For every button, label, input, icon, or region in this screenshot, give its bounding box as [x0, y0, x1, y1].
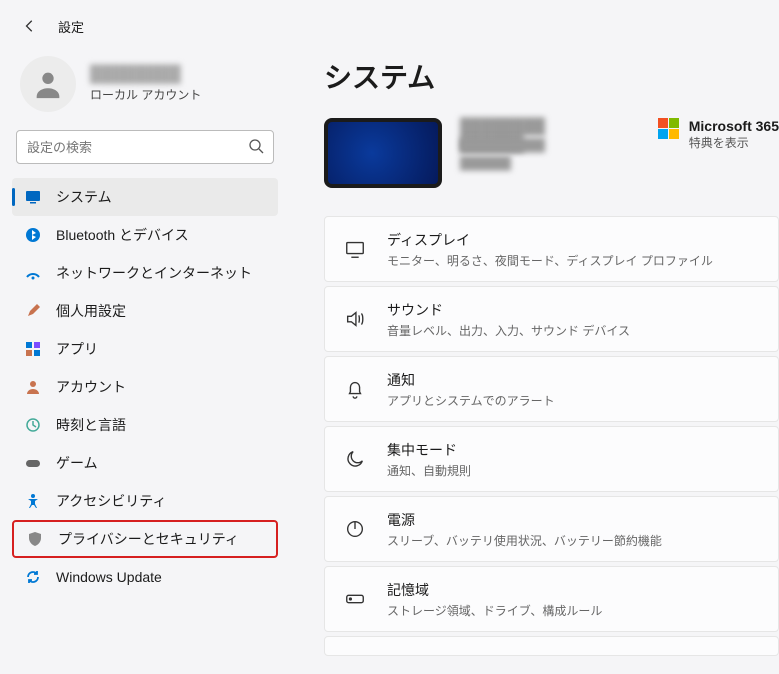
- profile-account-type: ローカル アカウント: [90, 86, 201, 103]
- nav-label: 時刻と言語: [56, 415, 126, 435]
- device-row: ████████ ██████ ██████████ ██████ Micros…: [324, 118, 779, 188]
- display-icon: [343, 237, 367, 261]
- system-icon: [24, 188, 42, 206]
- device-name: ████████ ██████: [460, 118, 610, 134]
- gaming-icon: [24, 454, 42, 472]
- avatar-icon: [20, 56, 76, 112]
- bluetooth-icon: [24, 226, 42, 244]
- main-content: システム ████████ ██████ ██████████ ██████ M…: [290, 44, 779, 656]
- brush-icon: [24, 302, 42, 320]
- network-icon: [24, 264, 42, 282]
- power-icon: [343, 517, 367, 541]
- nav-item-system[interactable]: システム: [12, 178, 278, 216]
- nav-item-gaming[interactable]: ゲーム: [12, 444, 278, 482]
- card-display[interactable]: ディスプレイモニター、明るさ、夜間モード、ディスプレイ プロファイル: [324, 216, 779, 282]
- card-title: ディスプレイ: [387, 230, 713, 250]
- card-title: 記憶域: [387, 580, 602, 600]
- nav-item-bluetooth[interactable]: Bluetooth とデバイス: [12, 216, 278, 254]
- card-subtitle: スリーブ、バッテリ使用状況、バッテリー節約機能: [387, 532, 662, 549]
- card-power[interactable]: 電源スリーブ、バッテリ使用状況、バッテリー節約機能: [324, 496, 779, 562]
- ms365-subtitle: 特典を表示: [689, 134, 779, 151]
- card-title: 電源: [387, 510, 662, 530]
- device-sub1: ██████████: [460, 138, 560, 150]
- apps-icon: [24, 340, 42, 358]
- microsoft-logo-icon: [658, 118, 679, 139]
- card-subtitle: 音量レベル、出力、入力、サウンド デバイス: [387, 322, 630, 339]
- profile-block[interactable]: ████████ ローカル アカウント: [12, 44, 278, 130]
- profile-name: ████████: [90, 66, 201, 84]
- clock-icon: [24, 416, 42, 434]
- card-extra[interactable]: [324, 636, 779, 656]
- card-subtitle: 通知、自動規則: [387, 462, 471, 479]
- search-icon: [248, 138, 264, 154]
- nav-label: ネットワークとインターネット: [56, 263, 252, 283]
- account-icon: [24, 378, 42, 396]
- nav-label: ゲーム: [56, 453, 98, 473]
- nav-item-time[interactable]: 時刻と言語: [12, 406, 278, 444]
- app-title: 設定: [58, 17, 84, 36]
- nav-item-network[interactable]: ネットワークとインターネット: [12, 254, 278, 292]
- device-info[interactable]: ████████ ██████ ██████████ ██████: [460, 118, 640, 168]
- accessibility-icon: [24, 492, 42, 510]
- nav-label: Windows Update: [56, 569, 162, 585]
- shield-icon: [26, 530, 44, 548]
- card-notify[interactable]: 通知アプリとシステムでのアラート: [324, 356, 779, 422]
- nav-label: アクセシビリティ: [56, 491, 166, 511]
- device-thumbnail[interactable]: [324, 118, 442, 188]
- nav-item-accessibility[interactable]: アクセシビリティ: [12, 482, 278, 520]
- sound-icon: [343, 307, 367, 331]
- nav-label: プライバシーとセキュリティ: [58, 529, 239, 549]
- card-subtitle: モニター、明るさ、夜間モード、ディスプレイ プロファイル: [387, 252, 713, 269]
- bell-icon: [343, 377, 367, 401]
- nav-item-update[interactable]: Windows Update: [12, 558, 278, 596]
- nav-label: アカウント: [56, 377, 126, 397]
- card-subtitle: アプリとシステムでのアラート: [387, 392, 555, 409]
- nav-item-personalize[interactable]: 個人用設定: [12, 292, 278, 330]
- card-sound[interactable]: サウンド音量レベル、出力、入力、サウンド デバイス: [324, 286, 779, 352]
- nav-label: アプリ: [56, 339, 98, 359]
- sidebar: ████████ ローカル アカウント システム Bluetooth とデバイス…: [0, 44, 290, 656]
- nav-item-privacy[interactable]: プライバシーとセキュリティ: [12, 520, 278, 558]
- nav-item-account[interactable]: アカウント: [12, 368, 278, 406]
- nav-item-apps[interactable]: アプリ: [12, 330, 278, 368]
- settings-cards: ディスプレイモニター、明るさ、夜間モード、ディスプレイ プロファイル サウンド音…: [324, 216, 779, 656]
- storage-icon: [343, 587, 367, 611]
- nav-label: システム: [56, 187, 112, 207]
- card-title: 通知: [387, 370, 555, 390]
- page-title: システム: [324, 56, 779, 96]
- ms365-title: Microsoft 365: [689, 118, 779, 134]
- device-sub2: ██████: [460, 156, 530, 168]
- update-icon: [24, 568, 42, 586]
- nav-label: 個人用設定: [56, 301, 126, 321]
- moon-icon: [343, 447, 367, 471]
- card-storage[interactable]: 記憶域ストレージ領域、ドライブ、構成ルール: [324, 566, 779, 632]
- nav-list: システム Bluetooth とデバイス ネットワークとインターネット 個人用設…: [12, 178, 278, 596]
- back-button[interactable]: [20, 16, 40, 36]
- card-focus[interactable]: 集中モード通知、自動規則: [324, 426, 779, 492]
- card-title: サウンド: [387, 300, 630, 320]
- nav-label: Bluetooth とデバイス: [56, 225, 189, 245]
- card-title: 集中モード: [387, 440, 471, 460]
- card-subtitle: ストレージ領域、ドライブ、構成ルール: [387, 602, 602, 619]
- search-input[interactable]: [16, 130, 274, 164]
- ms365-block[interactable]: Microsoft 365 特典を表示: [658, 118, 779, 151]
